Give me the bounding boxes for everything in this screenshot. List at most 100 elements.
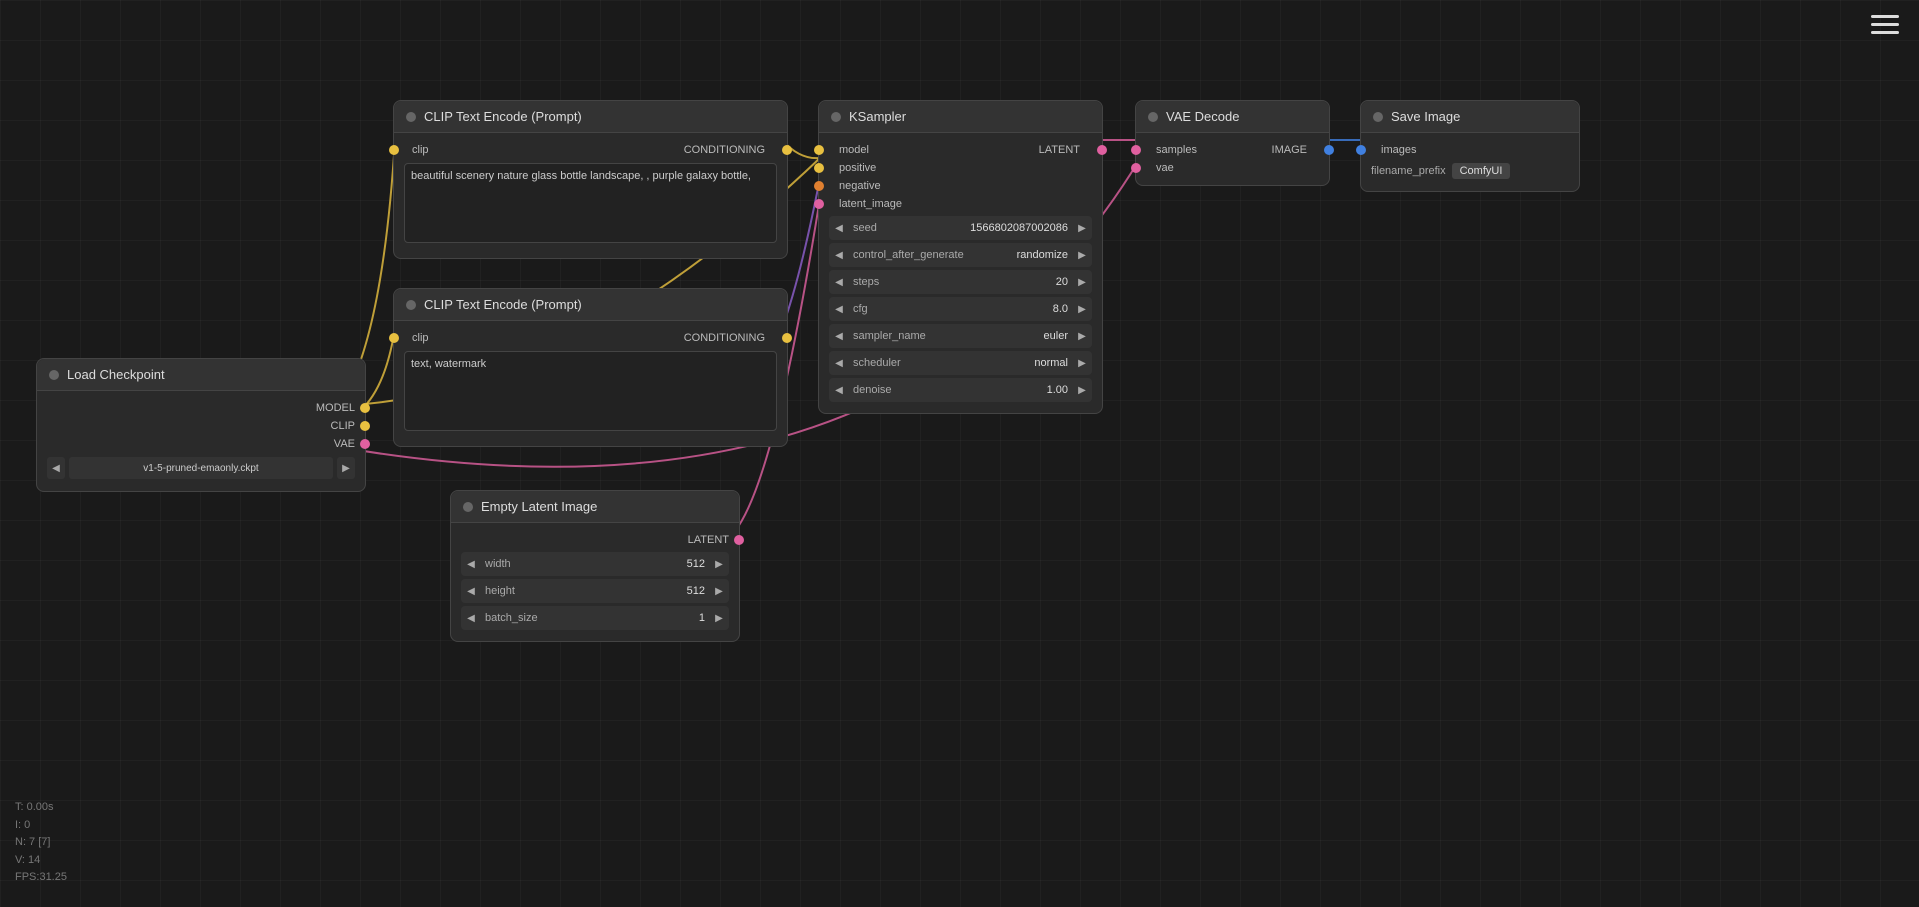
node-dot-1 (406, 112, 416, 122)
clip-input-label-1: clip (404, 144, 429, 156)
ksampler-model-port[interactable] (814, 145, 824, 155)
clip-input-port-1[interactable] (389, 145, 399, 155)
ckpt-next-btn[interactable]: ▶ (337, 457, 355, 479)
save-image-body: images filename_prefix ComfyUI (1361, 133, 1579, 191)
height-value: 512 (687, 585, 709, 597)
filename-prefix-label: filename_prefix (1371, 165, 1446, 177)
clip-text-encode-1-node: CLIP Text Encode (Prompt) clip CONDITION… (393, 100, 788, 259)
scheduler-value: normal (1034, 357, 1072, 369)
control-prev-btn[interactable]: ◀ (829, 243, 849, 267)
control-next-btn[interactable]: ▶ (1072, 243, 1092, 267)
empty-latent-image-node: Empty Latent Image LATENT ◀ width 512 ▶ … (450, 490, 740, 642)
output-latent: LATENT (451, 531, 739, 549)
width-next-btn[interactable]: ▶ (709, 552, 729, 576)
sampler-prev-btn[interactable]: ◀ (829, 324, 849, 348)
seed-label: seed (849, 222, 970, 234)
input-clip-2: clip CONDITIONING (394, 329, 787, 347)
ksampler-steps: ◀ steps 20 ▶ (829, 270, 1092, 294)
steps-prev-btn[interactable]: ◀ (829, 270, 849, 294)
width-field: ◀ width 512 ▶ (461, 552, 729, 576)
ckpt-value[interactable]: v1-5-pruned-emaonly.ckpt (69, 457, 333, 479)
scheduler-label: scheduler (849, 357, 1034, 369)
control-after-value: randomize (1017, 249, 1072, 261)
save-image-title: Save Image (1391, 109, 1460, 124)
model-label: MODEL (316, 402, 355, 414)
node-dot-3 (463, 502, 473, 512)
height-field: ◀ height 512 ▶ (461, 579, 729, 603)
ckpt-prev-btn[interactable]: ◀ (47, 457, 65, 479)
ksampler-negative-label: negative (829, 180, 881, 192)
vae-samples-label: samples (1146, 144, 1197, 156)
batch-size-field: ◀ batch_size 1 ▶ (461, 606, 729, 630)
ksampler-body: model LATENT positive negative latent_im… (819, 133, 1102, 413)
denoise-prev-btn[interactable]: ◀ (829, 378, 849, 402)
vae-decode-header: VAE Decode (1136, 101, 1329, 133)
filename-prefix-value[interactable]: ComfyUI (1452, 163, 1511, 179)
ksampler-header: KSampler (819, 101, 1102, 133)
clip-port[interactable] (360, 421, 370, 431)
batch-size-prev-btn[interactable]: ◀ (461, 606, 481, 630)
denoise-next-btn[interactable]: ▶ (1072, 378, 1092, 402)
cfg-label: cfg (849, 303, 1053, 315)
latent-output-label: LATENT (688, 534, 729, 546)
ksampler-model-label: model (829, 144, 869, 156)
ksampler-positive-port[interactable] (814, 163, 824, 173)
model-port[interactable] (360, 403, 370, 413)
save-images-port[interactable] (1356, 145, 1366, 155)
conditioning-output-port-2[interactable] (782, 333, 792, 343)
footer-stats: T: 0.00s I: 0 N: 7 [7] V: 14 FPS:31.25 (15, 799, 67, 887)
cfg-prev-btn[interactable]: ◀ (829, 297, 849, 321)
clip-text-encode-2-body: clip CONDITIONING (394, 321, 787, 446)
menu-button[interactable] (1871, 15, 1899, 34)
node-dot (49, 370, 59, 380)
seed-prev-btn[interactable]: ◀ (829, 216, 849, 240)
ksampler-positive-input: positive (819, 159, 1102, 177)
cfg-next-btn[interactable]: ▶ (1072, 297, 1092, 321)
ksampler-latent-label: LATENT (1039, 144, 1092, 156)
seed-next-btn[interactable]: ▶ (1072, 216, 1092, 240)
load-checkpoint-body: MODEL CLIP VAE ◀ v1-5-pruned-emaonly.ckp… (37, 391, 365, 491)
ksampler-title: KSampler (849, 109, 906, 124)
height-next-btn[interactable]: ▶ (709, 579, 729, 603)
vae-samples-port[interactable] (1131, 145, 1141, 155)
vae-vae-port[interactable] (1131, 163, 1141, 173)
height-prev-btn[interactable]: ◀ (461, 579, 481, 603)
ksampler-latent-port[interactable] (1097, 145, 1107, 155)
conditioning-output-port-1[interactable] (782, 145, 792, 155)
scheduler-prev-btn[interactable]: ◀ (829, 351, 849, 375)
empty-latent-image-title: Empty Latent Image (481, 499, 597, 514)
steps-value: 20 (1056, 276, 1072, 288)
vae-image-output-label: IMAGE (1272, 144, 1319, 156)
ksampler-sampler-name: ◀ sampler_name euler ▶ (829, 324, 1092, 348)
width-prev-btn[interactable]: ◀ (461, 552, 481, 576)
ksampler-positive-label: positive (829, 162, 876, 174)
sampler-next-btn[interactable]: ▶ (1072, 324, 1092, 348)
ksampler-cfg: ◀ cfg 8.0 ▶ (829, 297, 1092, 321)
ksampler-latent-input: latent_image (819, 195, 1102, 213)
ksampler-denoise: ◀ denoise 1.00 ▶ (829, 378, 1092, 402)
batch-size-next-btn[interactable]: ▶ (709, 606, 729, 630)
ksampler-latent-input-port[interactable] (814, 199, 824, 209)
clip-text-1-input[interactable] (404, 163, 777, 243)
ksampler-negative-port[interactable] (814, 181, 824, 191)
latent-output-port[interactable] (734, 535, 744, 545)
vae-image-output-port[interactable] (1324, 145, 1334, 155)
vae-label: VAE (334, 438, 355, 450)
clip-input-port-2[interactable] (389, 333, 399, 343)
save-image-images-input: images (1361, 141, 1579, 159)
ksampler-model-input: model LATENT (819, 141, 1102, 159)
vae-decode-node: VAE Decode samples IMAGE vae (1135, 100, 1330, 186)
vae-decode-title: VAE Decode (1166, 109, 1239, 124)
empty-latent-image-body: LATENT ◀ width 512 ▶ ◀ height 512 ▶ ◀ ba… (451, 523, 739, 641)
ksampler-scheduler: ◀ scheduler normal ▶ (829, 351, 1092, 375)
menu-line-3 (1871, 31, 1899, 34)
node-dot-2 (406, 300, 416, 310)
vae-port[interactable] (360, 439, 370, 449)
output-vae: VAE (37, 435, 365, 453)
scheduler-next-btn[interactable]: ▶ (1072, 351, 1092, 375)
vae-decode-body: samples IMAGE vae (1136, 133, 1329, 185)
steps-next-btn[interactable]: ▶ (1072, 270, 1092, 294)
clip-text-encode-1-title: CLIP Text Encode (Prompt) (424, 109, 582, 124)
clip-text-2-input[interactable] (404, 351, 777, 431)
conditioning-output-label-1: CONDITIONING (684, 144, 777, 156)
